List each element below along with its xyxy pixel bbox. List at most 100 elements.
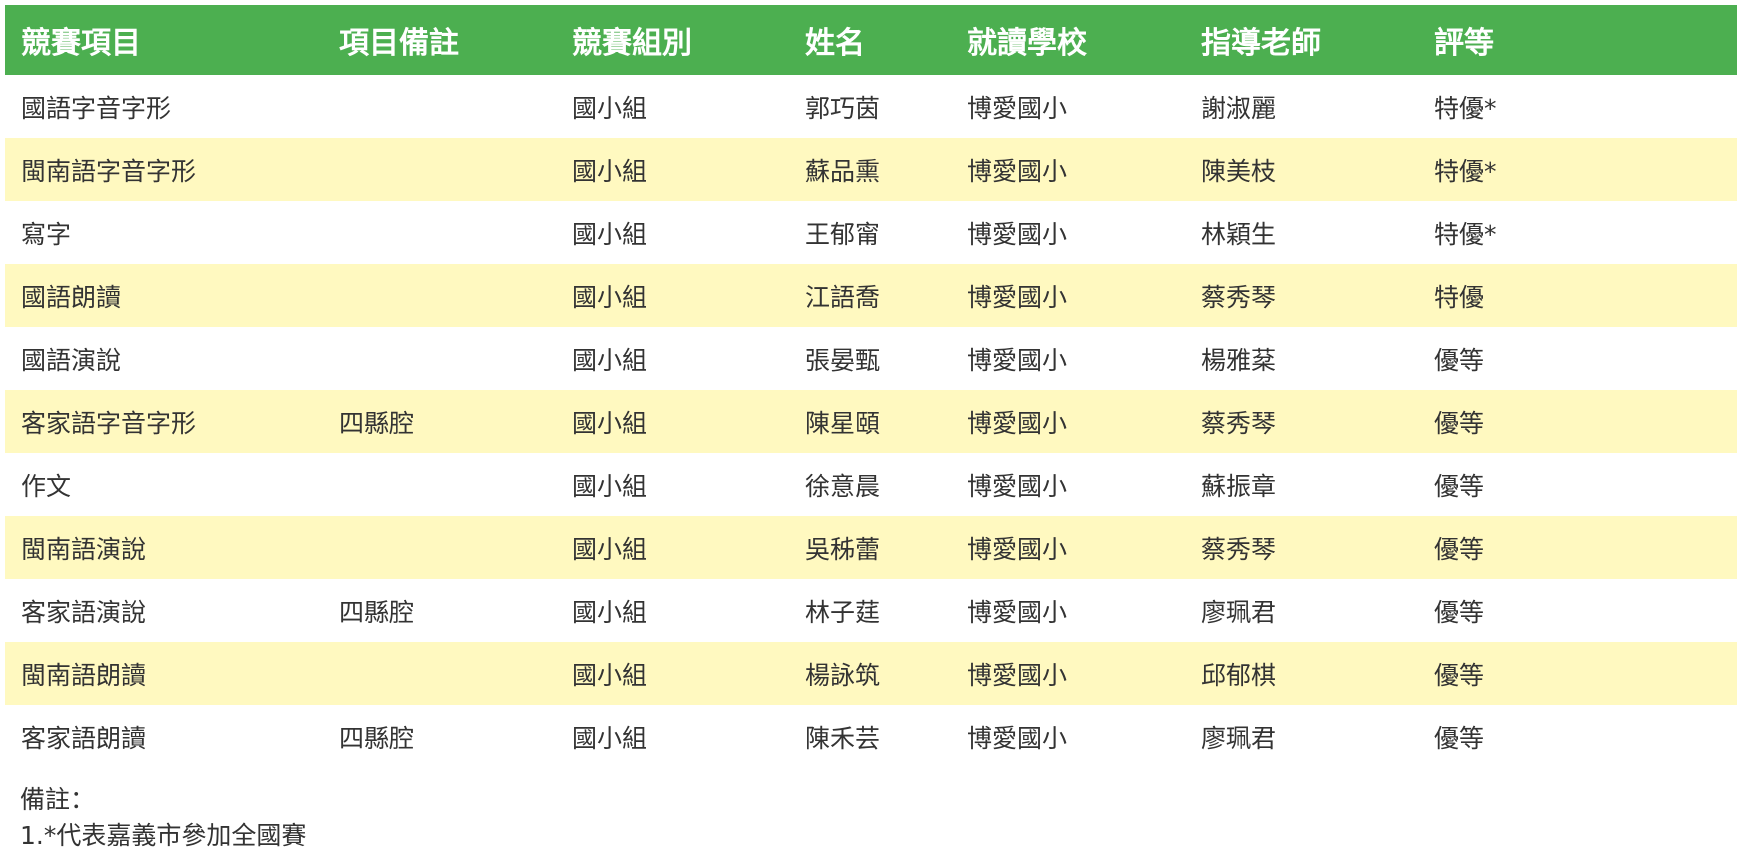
cell-teacher: 陳美枝 xyxy=(1185,138,1418,201)
cell-item-note xyxy=(323,75,556,138)
notes-line: 1.*代表嘉義市參加全國賽 xyxy=(20,821,307,850)
cell-school: 博愛國小 xyxy=(967,471,1068,501)
cell-division: 國小組 xyxy=(556,390,789,453)
cell-rating: 優等 xyxy=(1434,345,1485,375)
cell-teacher: 蔡秀琴 xyxy=(1185,390,1418,453)
cell-name: 陳禾芸 xyxy=(805,723,881,753)
cell-division: 國小組 xyxy=(556,642,789,705)
cell-school: 博愛國小 xyxy=(951,264,1185,327)
cell-school: 博愛國小 xyxy=(967,93,1068,123)
table-row: 閩南語朗讀 國小組 楊詠筑 博愛國小 邱郁棋 優等 xyxy=(5,642,1737,705)
notes-title: 備註： xyxy=(20,785,96,814)
cell-teacher: 蔡秀琴 xyxy=(1185,516,1418,579)
cell-rating: 優等 xyxy=(1418,516,1737,579)
cell-item-note: 四縣腔 xyxy=(339,723,415,753)
cell-rating: 優等 xyxy=(1418,642,1737,705)
cell-name: 吳秭蕾 xyxy=(789,516,951,579)
cell-competition-item: 閩南語演說 xyxy=(5,516,323,579)
cell-item-note xyxy=(323,138,556,201)
cell-teacher: 蔡秀琴 xyxy=(1185,264,1418,327)
cell-name: 蘇品熏 xyxy=(789,138,951,201)
cell-item-note xyxy=(323,201,556,264)
cell-division: 國小組 xyxy=(572,93,648,123)
cell-rating: 優等 xyxy=(1418,390,1737,453)
cell-rating: 特優 xyxy=(1418,264,1737,327)
cell-competition-item: 國語演說 xyxy=(21,345,122,375)
cell-competition-item: 閩南語朗讀 xyxy=(5,642,323,705)
cell-teacher: 廖珮君 xyxy=(1201,597,1277,627)
cell-division: 國小組 xyxy=(572,597,648,627)
table-row: 閩南語演說 國小組 吳秭蕾 博愛國小 蔡秀琴 優等 xyxy=(5,516,1737,579)
header-teacher: 指導老師 xyxy=(1185,5,1418,75)
cell-competition-item: 寫字 xyxy=(21,219,72,249)
cell-rating: 特優* xyxy=(1434,219,1497,249)
cell-rating: 特優* xyxy=(1434,93,1497,123)
cell-item-note xyxy=(323,264,556,327)
cell-school: 博愛國小 xyxy=(951,642,1185,705)
table-row: 作文 國小組 徐意晨 博愛國小 蘇振章 優等 xyxy=(5,453,1737,516)
cell-item-note xyxy=(323,453,556,516)
cell-division: 國小組 xyxy=(556,516,789,579)
cell-school: 博愛國小 xyxy=(967,345,1068,375)
cell-competition-item: 客家語演說 xyxy=(21,597,147,627)
results-table: 競賽項目 項目備註 競賽組別 姓名 就讀學校 指導老師 評等 國語字音字形 國小… xyxy=(5,5,1737,768)
cell-name: 陳星頤 xyxy=(789,390,951,453)
header-item-note: 項目備註 xyxy=(323,5,556,75)
cell-name: 楊詠筑 xyxy=(789,642,951,705)
cell-teacher: 謝淑麗 xyxy=(1201,93,1277,123)
cell-name: 江語喬 xyxy=(789,264,951,327)
header-rating: 評等 xyxy=(1418,5,1737,75)
cell-rating: 優等 xyxy=(1434,597,1485,627)
table-row: 國語朗讀 國小組 江語喬 博愛國小 蔡秀琴 特優 xyxy=(5,264,1737,327)
table-header-row: 競賽項目 項目備註 競賽組別 姓名 就讀學校 指導老師 評等 xyxy=(5,5,1737,75)
cell-division: 國小組 xyxy=(572,219,648,249)
cell-school: 博愛國小 xyxy=(951,390,1185,453)
cell-name: 王郁甯 xyxy=(805,219,881,249)
cell-school: 博愛國小 xyxy=(967,597,1068,627)
cell-competition-item: 客家語朗讀 xyxy=(21,723,147,753)
table-row: 國語演說 國小組 張晏甄 博愛國小 楊雅棻 優等 xyxy=(5,327,1737,390)
cell-item-note xyxy=(323,327,556,390)
table-row: 客家語演說 四縣腔 國小組 林子莛 博愛國小 廖珮君 優等 xyxy=(5,579,1737,642)
cell-teacher: 林穎生 xyxy=(1201,219,1277,249)
cell-division: 國小組 xyxy=(572,345,648,375)
header-school: 就讀學校 xyxy=(951,5,1185,75)
table-row: 國語字音字形 國小組 郭巧茵 博愛國小 謝淑麗 特優* xyxy=(5,75,1737,138)
cell-division: 國小組 xyxy=(572,471,648,501)
cell-teacher: 廖珮君 xyxy=(1201,723,1277,753)
cell-item-note: 四縣腔 xyxy=(339,597,415,627)
cell-teacher: 蘇振章 xyxy=(1201,471,1277,501)
notes-section: 備註： 1.*代表嘉義市參加全國賽 xyxy=(20,782,306,854)
cell-competition-item: 國語朗讀 xyxy=(5,264,323,327)
table-row: 閩南語字音字形 國小組 蘇品熏 博愛國小 陳美枝 特優* xyxy=(5,138,1737,201)
table-row: 客家語字音字形 四縣腔 國小組 陳星頤 博愛國小 蔡秀琴 優等 xyxy=(5,390,1737,453)
cell-name: 林子莛 xyxy=(805,597,881,627)
cell-rating: 優等 xyxy=(1434,471,1485,501)
cell-competition-item: 客家語字音字形 xyxy=(5,390,323,453)
cell-division: 國小組 xyxy=(572,723,648,753)
cell-item-note xyxy=(323,516,556,579)
cell-teacher: 邱郁棋 xyxy=(1185,642,1418,705)
cell-competition-item: 作文 xyxy=(21,471,72,501)
header-division: 競賽組別 xyxy=(556,5,789,75)
header-competition-item: 競賽項目 xyxy=(5,5,323,75)
cell-name: 張晏甄 xyxy=(805,345,881,375)
cell-rating: 優等 xyxy=(1434,723,1485,753)
cell-competition-item: 國語字音字形 xyxy=(21,93,172,123)
cell-school: 博愛國小 xyxy=(951,138,1185,201)
cell-school: 博愛國小 xyxy=(951,516,1185,579)
cell-competition-item: 閩南語字音字形 xyxy=(5,138,323,201)
cell-name: 徐意晨 xyxy=(805,471,881,501)
cell-item-note xyxy=(323,642,556,705)
table-row: 客家語朗讀 四縣腔 國小組 陳禾芸 博愛國小 廖珮君 優等 xyxy=(5,705,1737,768)
header-name: 姓名 xyxy=(789,5,951,75)
table-row: 寫字 國小組 王郁甯 博愛國小 林穎生 特優* xyxy=(5,201,1737,264)
cell-rating: 特優* xyxy=(1418,138,1737,201)
cell-item-note: 四縣腔 xyxy=(323,390,556,453)
cell-teacher: 楊雅棻 xyxy=(1201,345,1277,375)
cell-school: 博愛國小 xyxy=(967,723,1068,753)
cell-division: 國小組 xyxy=(556,138,789,201)
cell-school: 博愛國小 xyxy=(967,219,1068,249)
cell-name: 郭巧茵 xyxy=(805,93,881,123)
cell-division: 國小組 xyxy=(556,264,789,327)
